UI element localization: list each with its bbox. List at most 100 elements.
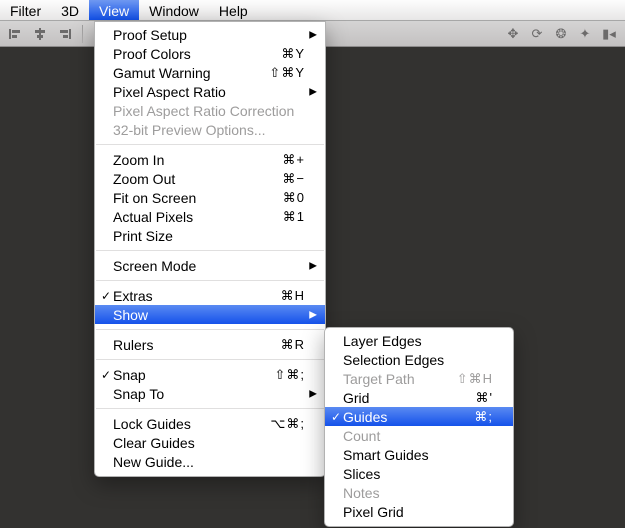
menu-item-label: Actual Pixels xyxy=(113,209,263,225)
submenu-item-target-path: Target Path ⇧⌘H xyxy=(325,369,513,388)
menu-item-label: Pixel Aspect Ratio xyxy=(113,84,305,100)
menu-item-label: Grid xyxy=(343,390,456,406)
menubar-item-filter[interactable]: Filter xyxy=(0,0,51,20)
menu-item-screen-mode[interactable]: Screen Mode ▶ xyxy=(95,256,325,275)
menu-item-shortcut: ⌘+ xyxy=(282,152,305,168)
menu-item-shortcut: ⌥⌘; xyxy=(270,416,305,432)
view-menu: Proof Setup ▶ Proof Colors ⌘Y Gamut Warn… xyxy=(94,21,326,477)
menubar-item-window[interactable]: Window xyxy=(139,0,209,20)
rotate-3d-icon[interactable]: ⟳ xyxy=(527,24,547,44)
submenu-arrow-icon: ▶ xyxy=(309,86,317,97)
menu-item-label: Print Size xyxy=(113,228,305,244)
menu-item-shortcut: ⌘0 xyxy=(283,190,305,206)
menu-item-shortcut: ⇧⌘; xyxy=(274,367,305,383)
menu-item-show[interactable]: Show ▶ xyxy=(95,305,325,324)
menu-item-label: Smart Guides xyxy=(343,447,493,463)
menu-item-32bit-preview: 32-bit Preview Options... xyxy=(95,120,325,139)
menu-item-shortcut: ⇧⌘H xyxy=(457,371,493,387)
move-3d-icon[interactable]: ✥ xyxy=(503,24,523,44)
menu-item-rulers[interactable]: Rulers ⌘R xyxy=(95,335,325,354)
menu-item-shortcut: ⌘R xyxy=(281,337,305,353)
menu-item-label: 32-bit Preview Options... xyxy=(113,122,305,138)
menu-item-proof-colors[interactable]: Proof Colors ⌘Y xyxy=(95,44,325,63)
camera-3d-icon[interactable]: ▮◂ xyxy=(599,24,619,44)
menubar: Filter 3D View Window Help xyxy=(0,0,625,21)
menu-item-label: Clear Guides xyxy=(113,435,305,451)
menu-item-label: Guides xyxy=(343,409,454,425)
submenu-item-pixel-grid[interactable]: Pixel Grid xyxy=(325,502,513,521)
menu-item-shortcut: ⌘H xyxy=(281,288,305,304)
menu-item-label: Snap To xyxy=(113,386,305,402)
submenu-arrow-icon: ▶ xyxy=(309,309,317,320)
menu-separator xyxy=(96,329,324,330)
menu-item-snap[interactable]: ✓ Snap ⇧⌘; xyxy=(95,365,325,384)
menu-item-new-guide[interactable]: New Guide... xyxy=(95,452,325,471)
submenu-item-slices[interactable]: Slices xyxy=(325,464,513,483)
menu-item-label: Zoom Out xyxy=(113,171,262,187)
menu-item-shortcut: ⌘1 xyxy=(283,209,305,225)
menu-item-extras[interactable]: ✓ Extras ⌘H xyxy=(95,286,325,305)
menu-item-label: Zoom In xyxy=(113,152,262,168)
menu-item-label: Proof Setup xyxy=(113,27,305,43)
submenu-arrow-icon: ▶ xyxy=(309,388,317,399)
menu-item-label: Fit on Screen xyxy=(113,190,263,206)
menu-item-pixel-aspect-correction: Pixel Aspect Ratio Correction xyxy=(95,101,325,120)
menu-item-shortcut: ⇧⌘Y xyxy=(269,65,305,81)
menu-item-lock-guides[interactable]: Lock Guides ⌥⌘; xyxy=(95,414,325,433)
menubar-item-3d[interactable]: 3D xyxy=(51,0,89,20)
menu-separator xyxy=(96,359,324,360)
menu-item-gamut-warning[interactable]: Gamut Warning ⇧⌘Y xyxy=(95,63,325,82)
menu-separator xyxy=(96,280,324,281)
menu-item-shortcut: ⌘; xyxy=(474,409,493,425)
menu-item-shortcut: ⌘Y xyxy=(281,46,305,62)
menu-item-pixel-aspect-ratio[interactable]: Pixel Aspect Ratio ▶ xyxy=(95,82,325,101)
submenu-item-grid[interactable]: Grid ⌘' xyxy=(325,388,513,407)
submenu-item-selection-edges[interactable]: Selection Edges xyxy=(325,350,513,369)
menu-item-label: Target Path xyxy=(343,371,437,387)
check-icon: ✓ xyxy=(99,368,113,382)
menubar-item-view[interactable]: View xyxy=(89,0,139,20)
menu-item-snap-to[interactable]: Snap To ▶ xyxy=(95,384,325,403)
menu-item-label: Slices xyxy=(343,466,493,482)
menu-item-label: Pixel Grid xyxy=(343,504,493,520)
align-left-icon[interactable] xyxy=(6,24,26,44)
menu-item-label: Screen Mode xyxy=(113,258,305,274)
menu-separator xyxy=(96,144,324,145)
menu-item-fit-on-screen[interactable]: Fit on Screen ⌘0 xyxy=(95,188,325,207)
check-icon: ✓ xyxy=(329,410,343,424)
menu-separator xyxy=(96,408,324,409)
submenu-item-layer-edges[interactable]: Layer Edges xyxy=(325,331,513,350)
menu-item-label: Gamut Warning xyxy=(113,65,249,81)
menu-item-label: Layer Edges xyxy=(343,333,493,349)
submenu-arrow-icon: ▶ xyxy=(309,29,317,40)
menu-item-label: Notes xyxy=(343,485,493,501)
menu-item-shortcut: ⌘− xyxy=(282,171,305,187)
submenu-item-count: Count xyxy=(325,426,513,445)
pan-3d-icon[interactable]: ✦ xyxy=(575,24,595,44)
menu-item-label: Show xyxy=(113,307,305,323)
menu-item-clear-guides[interactable]: Clear Guides xyxy=(95,433,325,452)
menubar-item-help[interactable]: Help xyxy=(209,0,258,20)
menu-item-label: Lock Guides xyxy=(113,416,250,432)
menu-item-label: Snap xyxy=(113,367,254,383)
submenu-item-notes: Notes xyxy=(325,483,513,502)
menu-item-label: Selection Edges xyxy=(343,352,493,368)
submenu-item-smart-guides[interactable]: Smart Guides xyxy=(325,445,513,464)
menu-item-shortcut: ⌘' xyxy=(476,390,493,406)
menu-item-actual-pixels[interactable]: Actual Pixels ⌘1 xyxy=(95,207,325,226)
menu-item-zoom-out[interactable]: Zoom Out ⌘− xyxy=(95,169,325,188)
menu-item-zoom-in[interactable]: Zoom In ⌘+ xyxy=(95,150,325,169)
menu-item-label: Proof Colors xyxy=(113,46,261,62)
orbit-3d-icon[interactable]: ❂ xyxy=(551,24,571,44)
align-right-icon[interactable] xyxy=(54,24,74,44)
menu-item-label: Rulers xyxy=(113,337,261,353)
menu-item-print-size[interactable]: Print Size xyxy=(95,226,325,245)
menu-item-label: Pixel Aspect Ratio Correction xyxy=(113,103,305,119)
menu-separator xyxy=(96,250,324,251)
submenu-item-guides[interactable]: ✓ Guides ⌘; xyxy=(325,407,513,426)
menu-item-proof-setup[interactable]: Proof Setup ▶ xyxy=(95,25,325,44)
show-submenu: Layer Edges Selection Edges Target Path … xyxy=(324,327,514,527)
check-icon: ✓ xyxy=(99,289,113,303)
toolbar-separator xyxy=(82,25,83,43)
align-center-icon[interactable] xyxy=(30,24,50,44)
